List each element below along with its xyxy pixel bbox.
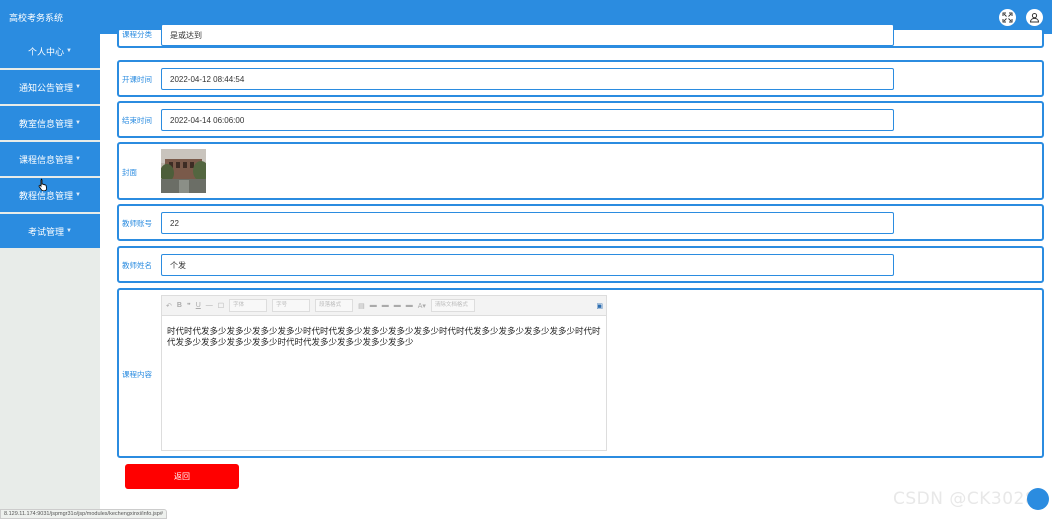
chevron-down-icon: ▼ — [66, 228, 72, 234]
fullscreen-icon[interactable] — [999, 9, 1016, 26]
align-center-icon[interactable]: ▬ — [382, 302, 389, 309]
start-time-label: 开课时间 — [122, 75, 152, 84]
sidebar-item-label: 通知公告管理 — [19, 82, 74, 93]
back-button[interactable]: 返回 — [125, 464, 239, 489]
chevron-down-icon: ▼ — [75, 192, 81, 198]
form-row-teacher-account: 教师账号 22 — [117, 204, 1044, 241]
teacher-name-field[interactable]: 个发 — [161, 254, 894, 276]
category-field[interactable]: 是或达到 — [161, 24, 894, 46]
font-color-icon[interactable]: A▾ — [418, 302, 426, 310]
user-icon[interactable] — [1026, 9, 1043, 26]
sidebar-item-label: 个人中心 — [28, 46, 65, 57]
sidebar-item-exam[interactable]: 考试管理 ▼ — [0, 214, 100, 248]
hand-cursor-icon — [38, 178, 49, 193]
form-row-teacher-name: 教师姓名 个发 — [117, 246, 1044, 283]
form-row-cover: 封面 — [117, 142, 1044, 200]
teacher-account-label: 教师账号 — [122, 219, 152, 228]
strikethrough-icon[interactable]: — — [206, 302, 213, 309]
sidebar-item-label: 考试管理 — [28, 226, 65, 237]
sidebar-item-tutorial[interactable]: 教程信息管理 ▼ — [0, 178, 100, 212]
content-label: 课程内容 — [122, 370, 152, 379]
form-row-end-time: 结束时间 2022-04-14 06:06:00 — [117, 101, 1044, 138]
floating-help-button[interactable] — [1027, 488, 1049, 510]
sidebar: 个人中心 ▼ 通知公告管理 ▼ 教室信息管理 ▼ 课程信息管理 ▼ 教程信息管理 ▼ 考试… — [0, 34, 100, 519]
chevron-down-icon: ▼ — [66, 48, 72, 54]
cover-image — [161, 149, 206, 193]
detail-form: 课程分类 是或达到 开课时间 2022-04-12 08:44:54 结束时间 … — [100, 24, 1052, 504]
form-row-content: 课程内容 ↶ B ❞ U — ☐ 字体 字号 段落格式 ▤ ▬ ▬ ▬ ▬ A▾… — [117, 288, 1044, 458]
ordered-list-icon[interactable]: ▤ — [358, 302, 365, 310]
sidebar-item-notice[interactable]: 通知公告管理 ▼ — [0, 70, 100, 104]
align-right-icon[interactable]: ▬ — [394, 302, 401, 309]
teacher-name-label: 教师姓名 — [122, 261, 152, 270]
chevron-down-icon: ▼ — [75, 120, 81, 126]
sidebar-item-course[interactable]: 课程信息管理 ▼ — [0, 142, 100, 176]
sidebar-item-classroom[interactable]: 教室信息管理 ▼ — [0, 106, 100, 140]
status-bar-url: 8.129.11.174:9031/jspmgr31o/jsp/modules/… — [0, 509, 167, 519]
undo-icon[interactable]: ↶ — [166, 302, 172, 310]
end-time-label: 结束时间 — [122, 116, 152, 125]
csdn-watermark: CSDN @CK3028 — [893, 489, 1037, 509]
teacher-account-field[interactable]: 22 — [161, 212, 894, 234]
category-label: 课程分类 — [122, 30, 152, 39]
sidebar-item-label: 课程信息管理 — [19, 154, 74, 165]
sidebar-item-label: 教室信息管理 — [19, 118, 74, 129]
code-block-icon[interactable]: ☐ — [218, 302, 224, 310]
align-left-icon[interactable]: ▬ — [370, 302, 377, 309]
chevron-down-icon: ▼ — [75, 156, 81, 162]
cover-label: 封面 — [122, 168, 137, 177]
form-row-start-time: 开课时间 2022-04-12 08:44:54 — [117, 60, 1044, 97]
start-time-field[interactable]: 2022-04-12 08:44:54 — [161, 68, 894, 90]
rich-text-editor[interactable]: ↶ B ❞ U — ☐ 字体 字号 段落格式 ▤ ▬ ▬ ▬ ▬ A▾ 清除文档… — [161, 295, 607, 451]
clear-format-button[interactable]: 清除文档格式 — [430, 299, 475, 312]
fullscreen-editor-icon[interactable]: ▣ — [596, 302, 603, 310]
editor-toolbar: ↶ B ❞ U — ☐ 字体 字号 段落格式 ▤ ▬ ▬ ▬ ▬ A▾ 清除文档… — [162, 296, 606, 316]
chevron-down-icon: ▼ — [75, 84, 81, 90]
align-justify-icon[interactable]: ▬ — [406, 302, 413, 309]
sidebar-item-personal-center[interactable]: 个人中心 ▼ — [0, 34, 100, 68]
quote-icon[interactable]: ❞ — [187, 302, 191, 310]
underline-icon[interactable]: U — [196, 302, 201, 309]
paragraph-select[interactable]: 段落格式 — [315, 299, 354, 312]
header-icons — [999, 9, 1043, 26]
font-size-select[interactable]: 字号 — [272, 299, 311, 312]
app-title: 高校考务系统 — [9, 12, 64, 23]
font-family-select[interactable]: 字体 — [229, 299, 268, 312]
form-row-category: 课程分类 是或达到 — [117, 24, 1044, 48]
editor-content[interactable]: 时代时代发多少发多少发多少发多少时代时代发多少发多少发多少发多少时代时代发多少发… — [162, 316, 606, 348]
bold-icon[interactable]: B — [177, 302, 182, 309]
end-time-field[interactable]: 2022-04-14 06:06:00 — [161, 109, 894, 131]
